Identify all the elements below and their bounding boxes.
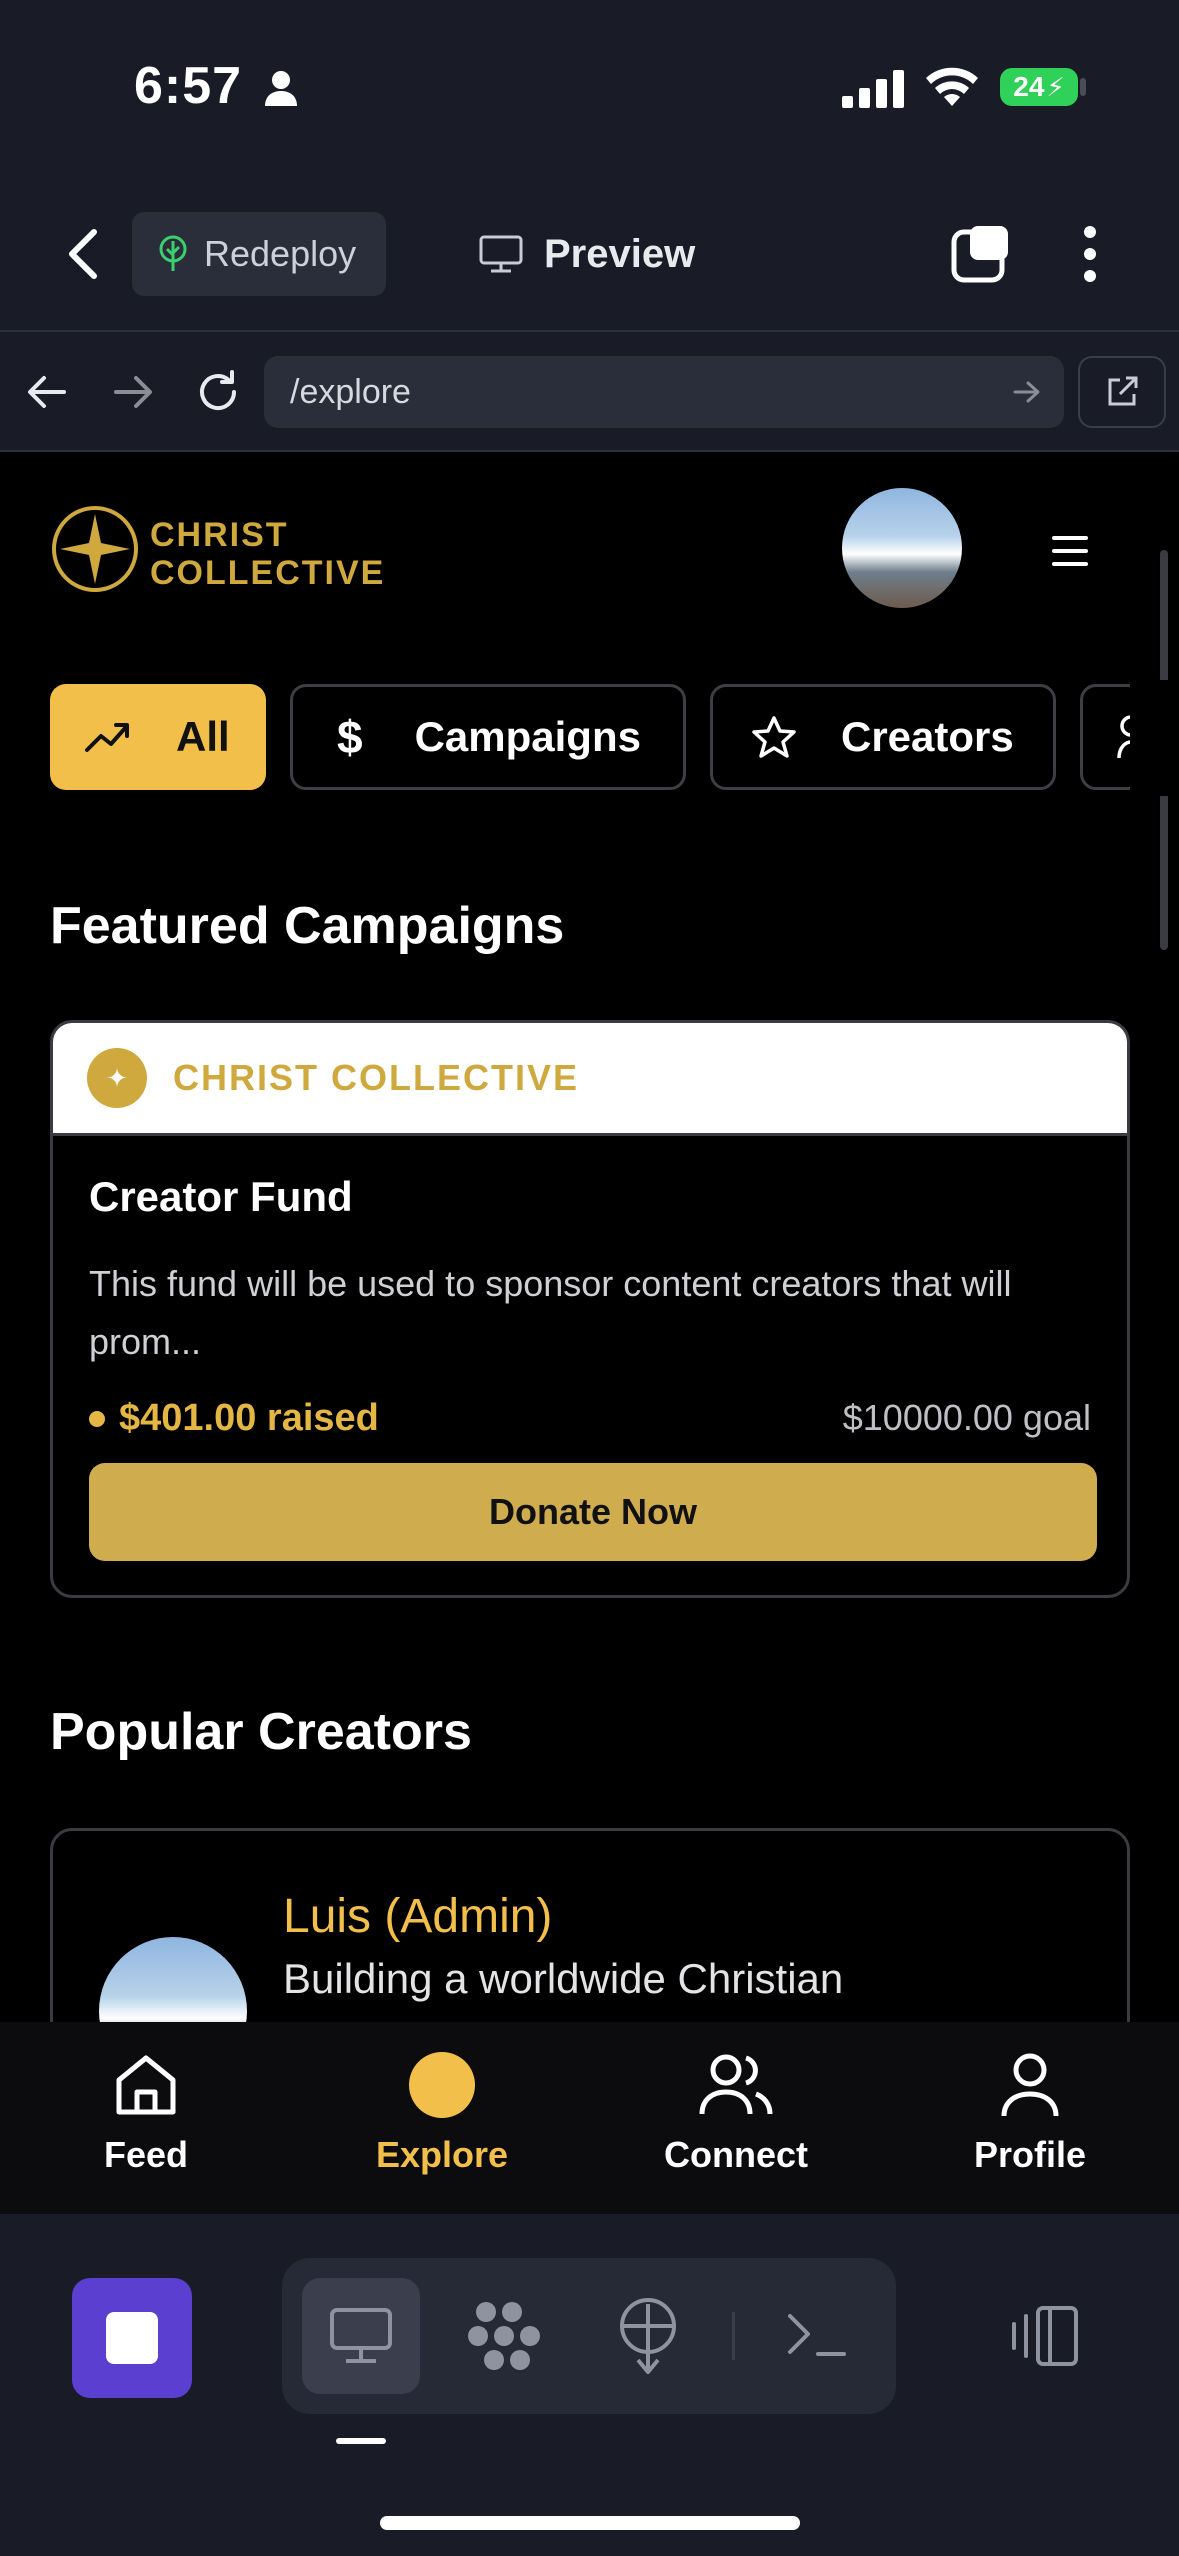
status-time: 6:57 — [134, 56, 298, 116]
active-view-indicator — [336, 2438, 386, 2444]
campaign-card[interactable]: ✦ CHRIST COLLECTIVE Creator Fund This fu… — [50, 1020, 1130, 1598]
tab-profile-label: Profile — [973, 2134, 1087, 2175]
terminal-icon[interactable] — [786, 2310, 848, 2360]
battery-cap — [1080, 78, 1086, 96]
cellular-signal-icon — [842, 70, 904, 108]
tabs-switcher-icon[interactable] — [950, 222, 1014, 286]
logo-line1: CHRIST — [150, 516, 289, 554]
switcher-divider — [732, 2312, 735, 2360]
donate-now-button[interactable]: Donate Now — [89, 1463, 1097, 1561]
home-icon — [116, 2055, 176, 2115]
preview-label: Preview — [544, 231, 696, 276]
home-indicator[interactable] — [380, 2516, 800, 2530]
wifi-icon — [926, 67, 978, 106]
filter-all-label: All — [176, 713, 230, 760]
stop-button[interactable] — [72, 2278, 192, 2398]
tab-connect-label: Connect — [664, 2134, 808, 2175]
campaign-org-name: CHRIST COLLECTIVE — [173, 1057, 580, 1098]
campaign-description: This fund will be used to sponsor conten… — [89, 1263, 1012, 1362]
card-separator — [53, 1133, 1127, 1136]
popular-creators-title: Popular Creators — [50, 1703, 472, 1761]
go-arrow-icon[interactable] — [1012, 378, 1042, 406]
tab-connect[interactable]: Connect — [626, 2022, 846, 2214]
url-input[interactable]: /explore — [264, 356, 1064, 428]
campaign-title: Creator Fund — [89, 1173, 353, 1220]
logo-line2: COLLECTIVE — [150, 554, 386, 592]
desktop-icon — [330, 2308, 392, 2363]
tab-feed[interactable]: Feed — [36, 2022, 256, 2214]
toolbar-divider — [0, 330, 1179, 332]
stop-icon — [106, 2312, 158, 2364]
campaign-raised: $401.00 raised — [89, 1397, 379, 1440]
url-text: /explore — [290, 372, 411, 411]
logo-wordmark[interactable]: CHRIST COLLECTIVE — [150, 516, 385, 592]
tab-explore-label: Explore — [375, 2134, 509, 2175]
nav-back-icon[interactable] — [26, 372, 68, 412]
explore-icon — [409, 2052, 475, 2118]
nav-forward-icon[interactable] — [112, 372, 154, 412]
filter-all[interactable]: All — [50, 684, 266, 790]
trending-icon — [85, 723, 129, 752]
filter-creators-label: Creators — [841, 713, 1014, 760]
org-logo-icon: ✦ — [87, 1048, 147, 1108]
monitor-icon — [479, 235, 523, 273]
raised-dot-icon — [89, 1410, 105, 1427]
workspace-grid-icon[interactable] — [466, 2298, 542, 2374]
menu-icon[interactable] — [1052, 536, 1088, 566]
campaign-goal: $10000.00 goal — [842, 1397, 1091, 1438]
star-icon — [752, 716, 796, 758]
bottom-tab-bar: Feed Explore Connect Profile — [0, 2022, 1179, 2214]
layout-panel-icon[interactable] — [1010, 2302, 1082, 2370]
reload-icon[interactable] — [194, 368, 242, 416]
tab-profile[interactable]: Profile — [920, 2022, 1140, 2214]
url-divider — [0, 450, 1179, 452]
campaign-card-header: ✦ CHRIST COLLECTIVE — [53, 1023, 1127, 1133]
creator-bio: Building a worldwide Christian — [283, 1955, 844, 2002]
filter-campaigns[interactable]: $ Campaigns — [290, 684, 686, 790]
redeploy-button[interactable]: Redeploy — [132, 212, 386, 296]
users-icon — [699, 2054, 773, 2115]
external-link-icon — [1108, 376, 1138, 406]
raised-amount: $401.00 raised — [119, 1397, 379, 1439]
tab-explore[interactable]: Explore — [332, 2022, 552, 2214]
tab-feed-label: Feed — [103, 2134, 189, 2175]
filter-campaigns-label: Campaigns — [414, 713, 641, 760]
charging-bolt-icon: ⚡ — [1046, 71, 1065, 102]
featured-campaigns-title: Featured Campaigns — [50, 897, 565, 955]
open-external-button[interactable] — [1078, 356, 1166, 428]
deploy-tree-icon — [159, 235, 187, 271]
preview-tab[interactable]: Preview — [478, 222, 695, 286]
battery-indicator: 24 ⚡ — [1000, 68, 1078, 106]
chip-overflow-mask — [1130, 680, 1179, 796]
more-options-icon[interactable] — [1076, 222, 1104, 286]
dollar-icon: $ — [337, 711, 363, 763]
filter-creators[interactable]: Creators — [710, 684, 1056, 790]
view-preview-button[interactable] — [302, 2278, 420, 2394]
user-icon — [1001, 2053, 1059, 2117]
redeploy-label: Redeploy — [204, 233, 357, 274]
back-chevron-icon[interactable] — [64, 226, 104, 282]
person-icon — [264, 71, 297, 106]
creator-name[interactable]: Luis (Admin) — [283, 1889, 552, 1944]
deploy-icon[interactable] — [614, 2298, 682, 2374]
user-avatar[interactable] — [842, 488, 962, 608]
christ-collective-logo[interactable] — [50, 504, 140, 594]
